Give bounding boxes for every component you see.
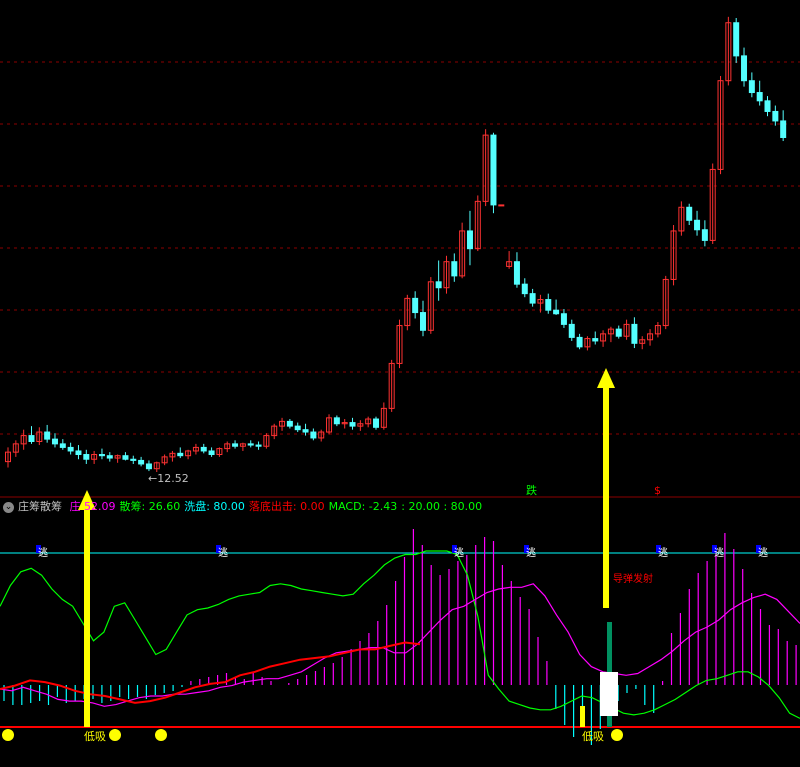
candle-body — [576, 336, 583, 348]
candle-body — [44, 431, 51, 440]
candle-body — [28, 435, 35, 442]
indicator-name[interactable]: 庄筹散筹 — [18, 500, 62, 513]
candle-body — [553, 309, 560, 315]
candle-body — [592, 338, 599, 342]
candle-body — [686, 206, 693, 221]
candle-body — [513, 261, 520, 285]
indicator-item-1: 散筹: 26.60 — [119, 500, 181, 513]
low-buy-label-2: 低吸 — [582, 730, 604, 743]
candle-body — [75, 450, 82, 456]
escape-label: 逃 — [218, 546, 228, 559]
annotations: ←12.52跌 $逃逃逃逃逃逃逃导弹发射低吸 低吸 — [2, 368, 768, 743]
chevron-down-icon[interactable]: ⌄ — [3, 501, 14, 513]
candle-body — [310, 431, 317, 439]
indicator-item-3: 落底出击: 0.00 — [248, 500, 325, 513]
candle-body — [177, 452, 184, 457]
candle-body — [780, 120, 787, 138]
escape-label: 逃 — [38, 546, 48, 559]
missile-label: 导弹发射 — [613, 572, 653, 585]
candle-body — [373, 418, 380, 428]
candle-body — [67, 446, 74, 452]
signal-box — [600, 672, 618, 716]
candle-body — [130, 458, 137, 461]
escape-label: 逃 — [658, 546, 668, 559]
escape-label: 逃 — [714, 546, 724, 559]
candle-body — [631, 323, 638, 344]
smiley-icon — [109, 729, 121, 741]
indicator-series — [0, 529, 800, 745]
red-line — [0, 641, 421, 704]
candle-body — [451, 261, 458, 277]
candle-body — [349, 422, 356, 427]
candle-body — [255, 444, 262, 447]
candle-body — [412, 297, 419, 314]
indicator-item-0: 庄 52.09 — [69, 500, 116, 513]
candle-body — [748, 80, 755, 94]
candle-body — [138, 459, 145, 465]
candle-body — [521, 283, 528, 295]
candle-body — [59, 443, 66, 448]
candle-body — [247, 443, 254, 446]
candle-body — [286, 420, 293, 427]
low-buy-label-1: 低吸 — [84, 730, 106, 743]
candle-body — [733, 22, 740, 57]
candle-body — [568, 323, 575, 338]
candle-body — [200, 446, 207, 452]
low-price-label: ←12.52 — [148, 472, 189, 485]
candle-body — [333, 417, 340, 425]
candle-body — [83, 454, 90, 460]
indicator-values: 庄 52.09 散筹: 26.60 洗盘: 80.00 落底出击: 0.00 MACD:… — [70, 500, 487, 513]
candle-body — [51, 438, 58, 445]
candle-body — [232, 443, 239, 447]
escape-label: 逃 — [454, 546, 464, 559]
indicator-header: ⌄ 庄筹散筹 庄 52.09 散筹: 26.60 洗盘: 80.00 落底出击: 0.0… — [0, 497, 800, 517]
low-buy-arrow-shaft — [84, 508, 90, 727]
missile-arrow-head — [597, 368, 615, 388]
smiley-icon — [155, 729, 167, 741]
indicator-item-4: MACD: -2.43 — [328, 500, 398, 513]
candle-body — [435, 281, 442, 289]
fall-label: 跌 — [526, 483, 537, 497]
candle-body — [145, 463, 152, 470]
smiley-icon — [611, 729, 623, 741]
chart-canvas[interactable]: ←12.52跌 $逃逃逃逃逃逃逃导弹发射低吸 低吸 — [0, 0, 800, 763]
candle-body — [106, 455, 113, 459]
price-gridlines — [0, 61, 800, 498]
candle-body — [764, 100, 771, 112]
candle-body — [756, 92, 763, 102]
candle-body — [529, 293, 536, 304]
candle-body — [498, 204, 505, 207]
candle-body — [615, 328, 622, 337]
indicator-item-2: 洗盘: 80.00 — [184, 500, 245, 513]
candle-body — [694, 219, 701, 231]
candle-body — [701, 229, 708, 241]
candle-body — [772, 110, 779, 122]
smiley-icon — [2, 729, 14, 741]
stock-chart[interactable]: ←12.52 跌 $ 逃逃逃逃逃逃逃导弹发射 低吸 低吸 ⌄ 庄筹散筹 庄 52.09 散筹:… — [0, 0, 800, 763]
candle-body — [466, 230, 473, 250]
candle-body — [560, 313, 567, 325]
dollar-label: $ — [654, 484, 661, 497]
low-buy-bar — [580, 706, 585, 727]
escape-label: 逃 — [758, 546, 768, 559]
candle-body — [302, 429, 309, 433]
candle-body — [208, 450, 215, 456]
candle-body — [490, 134, 497, 206]
candle-body — [122, 455, 129, 460]
candle-body — [741, 55, 748, 82]
candle-body — [294, 425, 301, 431]
indicator-item-5: : 20.00 : 80.00 — [401, 500, 483, 513]
candle-body — [98, 454, 105, 457]
candle-body — [545, 299, 552, 311]
escape-label: 逃 — [526, 546, 536, 559]
candle-body — [419, 312, 426, 331]
candlestick-series — [5, 16, 787, 473]
